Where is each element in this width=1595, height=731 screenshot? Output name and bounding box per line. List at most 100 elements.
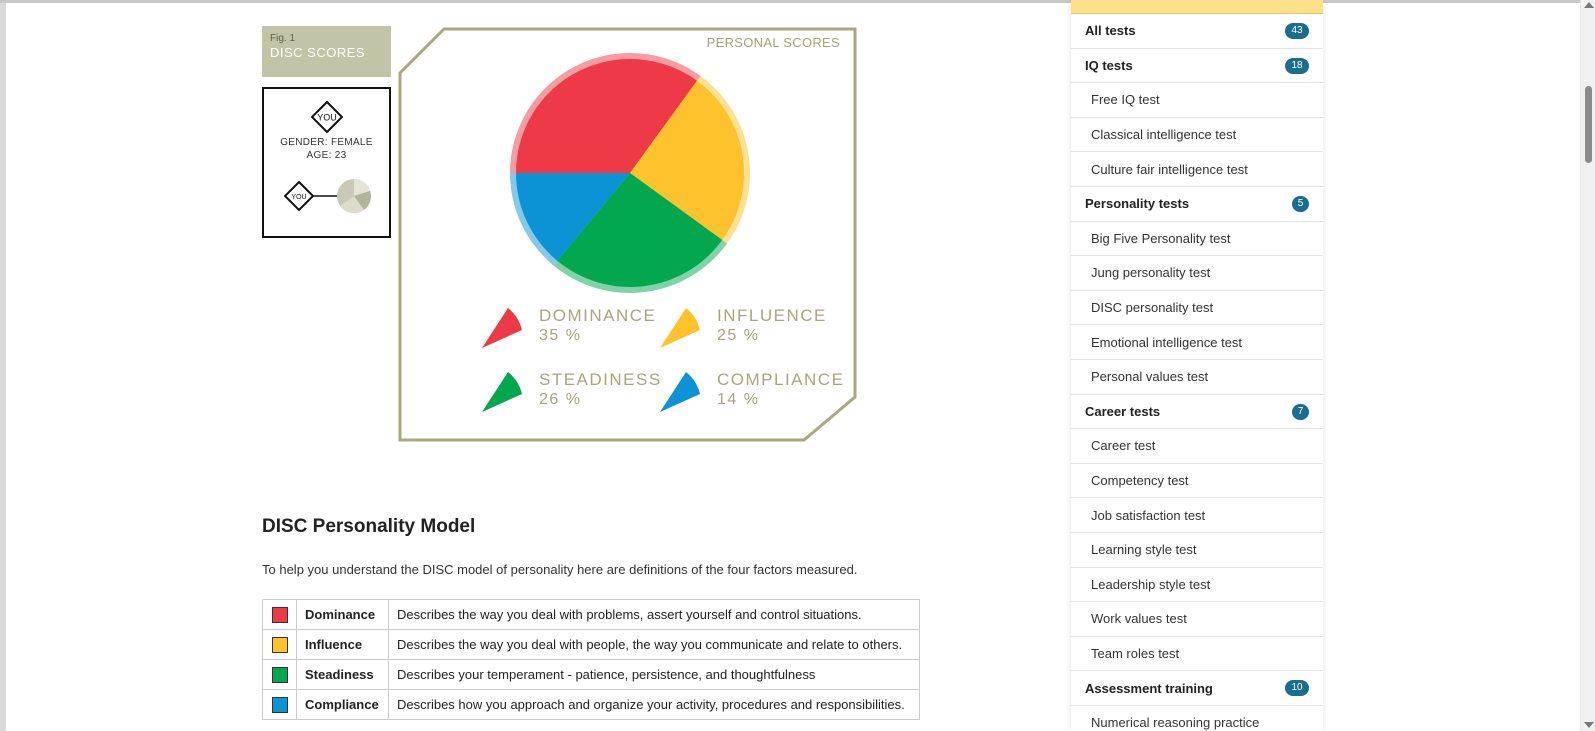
legend-value-influence: 25 % <box>717 327 760 344</box>
sidebar-item-free-iq-test[interactable]: Free IQ test <box>1071 83 1323 118</box>
sidebar-item-label: Assessment training <box>1085 680 1213 696</box>
legend-steadiness: STEADINESS 26 % <box>482 370 662 414</box>
sidebar-item-work-values-test[interactable]: Work values test <box>1071 602 1323 637</box>
sidebar-item-label: Career test <box>1091 438 1156 454</box>
sidebar-item-iq-tests[interactable]: IQ tests 18 <box>1071 49 1323 84</box>
sidebar-item-label: Free IQ test <box>1091 92 1160 108</box>
sidebar-item-label: Work values test <box>1091 611 1187 627</box>
legend-value-dominance: 35 % <box>539 327 582 344</box>
sidebar-item-label: Competency test <box>1091 473 1189 489</box>
legend-influence: INFLUENCE 25 % <box>660 306 840 350</box>
sidebar-item-label: Jung personality test <box>1091 265 1211 281</box>
influence-wedge-icon <box>660 308 700 348</box>
steadiness-wedge-icon <box>482 372 522 412</box>
influence-swatch <box>271 636 288 653</box>
table-row: Dominance Describes the way you deal wit… <box>262 599 920 630</box>
sidebar-item-label: Culture fair intelligence test <box>1091 161 1248 177</box>
scroll-down-icon[interactable] <box>1584 722 1594 728</box>
sidebar-item-label: Career tests <box>1085 403 1161 419</box>
disc-factors-table: Dominance Describes the way you deal wit… <box>262 599 920 720</box>
sidebar-item-label: Leadership style test <box>1091 576 1211 592</box>
personal-scores-panel: PERSONAL SCORES DOMINANCE 35 % INFLUENCE… <box>398 27 858 449</box>
sidebar-item-personal-values-test[interactable]: Personal values test <box>1071 360 1323 395</box>
sidebar-item-label: Learning style test <box>1091 542 1197 558</box>
legend-label-steadiness: STEADINESS <box>539 370 662 389</box>
sidebar-item-classical-intelligence-test[interactable]: Classical intelligence test <box>1071 118 1323 153</box>
sidebar-item-job-satisfaction-test[interactable]: Job satisfaction test <box>1071 498 1323 533</box>
sidebar-item-learning-style-test[interactable]: Learning style test <box>1071 533 1323 568</box>
sidebar-header-strip <box>1071 0 1323 14</box>
sidebar-item-personality-tests[interactable]: Personality tests 5 <box>1071 187 1323 222</box>
figure-number: Fig. 1 <box>270 33 296 44</box>
sidebar-item-label: Personal values test <box>1091 369 1209 385</box>
sidebar-item-competency-test[interactable]: Competency test <box>1071 464 1323 499</box>
disc-pie-chart <box>510 52 750 293</box>
sidebar-item-culture-fair-intelligence-test[interactable]: Culture fair intelligence test <box>1071 152 1323 187</box>
count-badge: 7 <box>1292 403 1309 420</box>
sidebar-item-label: All tests <box>1085 23 1136 39</box>
sidebar-item-numerical-reasoning-practice[interactable]: Numerical reasoning practice <box>1071 706 1323 731</box>
sidebar-item-career-test[interactable]: Career test <box>1071 429 1323 464</box>
steadiness-swatch <box>271 666 288 683</box>
sidebar-item-label: Job satisfaction test <box>1091 507 1206 523</box>
compliance-swatch <box>271 696 288 713</box>
table-row: Compliance Describes how you approach an… <box>262 689 920 720</box>
legend-label-influence: INFLUENCE <box>717 306 827 325</box>
compliance-wedge-icon <box>660 372 700 412</box>
sidebar-item-big-five-personality-test[interactable]: Big Five Personality test <box>1071 222 1323 257</box>
sidebar-item-label: DISC personality test <box>1091 300 1214 316</box>
tests-sidebar: All tests 43 IQ tests 18 Free IQ test Classic… <box>1071 0 1323 731</box>
sidebar-item-team-roles-test[interactable]: Team roles test <box>1071 637 1323 672</box>
legend-wedge-dominance <box>482 308 522 348</box>
legend-label-dominance: DOMINANCE <box>539 306 657 325</box>
sidebar-item-label: Numerical reasoning practice <box>1091 715 1260 731</box>
scroll-up-icon[interactable] <box>1584 2 1594 8</box>
table-row: Influence Describes the way you deal wit… <box>262 629 920 660</box>
sidebar-item-assessment-training[interactable]: Assessment training 10 <box>1071 671 1323 706</box>
sidebar-item-label: Team roles test <box>1091 645 1180 661</box>
sidebar-item-career-tests[interactable]: Career tests 7 <box>1071 395 1323 430</box>
figure-label: Fig. 1 DISC SCORES <box>262 26 391 77</box>
sidebar-item-label: Big Five Personality test <box>1091 230 1231 246</box>
window-top-edge <box>0 0 1580 3</box>
legend-wedge-influence <box>660 308 700 348</box>
factor-description: Describes how you approach and organize … <box>388 689 920 720</box>
you-label: YOU <box>317 113 337 123</box>
count-badge: 43 <box>1285 23 1309 39</box>
page-scrollbar[interactable] <box>1580 0 1595 731</box>
legend-dominance: DOMINANCE 35 % <box>482 306 662 350</box>
window-left-edge <box>0 0 6 731</box>
factor-name: Compliance <box>296 689 389 720</box>
sidebar-item-all-tests[interactable]: All tests 43 <box>1071 14 1323 49</box>
count-badge: 10 <box>1285 680 1309 697</box>
legend-value-steadiness: 26 % <box>539 391 582 408</box>
factor-name: Influence <box>296 629 389 660</box>
sidebar-item-leadership-style-test[interactable]: Leadership style test <box>1071 568 1323 603</box>
sidebar-item-emotional-intelligence-test[interactable]: Emotional intelligence test <box>1071 325 1323 360</box>
sidebar-item-disc-personality-test[interactable]: DISC personality test <box>1071 291 1323 326</box>
sidebar-item-label: Emotional intelligence test <box>1091 334 1243 350</box>
count-badge: 5 <box>1292 195 1309 212</box>
sidebar-item-label: Classical intelligence test <box>1091 127 1237 143</box>
factor-description: Describes your temperament - patience, p… <box>388 659 920 690</box>
section-intro: To help you understand the DISC model of… <box>262 562 858 577</box>
legend-value-compliance: 14 % <box>717 391 760 408</box>
profile-gender: GENDER: FEMALE <box>280 137 373 148</box>
legend-label-compliance: COMPLIANCE <box>717 370 845 389</box>
sidebar-item-label: IQ tests <box>1085 57 1133 73</box>
you-label-small: YOU <box>291 194 306 201</box>
factor-description: Describes the way you deal with people, … <box>388 629 920 660</box>
legend-compliance: COMPLIANCE 14 % <box>660 370 843 414</box>
you-to-pie-icon: YOU <box>284 179 371 214</box>
dominance-wedge-icon <box>482 308 522 348</box>
section-title: DISC Personality Model <box>262 516 476 537</box>
profile-age: AGE: 23 <box>306 150 347 161</box>
scroll-thumb[interactable] <box>1585 86 1592 163</box>
sidebar-list: All tests 43 IQ tests 18 Free IQ test Classic… <box>1071 14 1323 731</box>
factor-name: Steadiness <box>296 659 389 690</box>
dominance-swatch <box>271 606 288 623</box>
legend-wedge-compliance <box>660 372 700 412</box>
count-badge: 18 <box>1285 57 1309 74</box>
profile-box: YOU GENDER: FEMALE AGE: 23 YOU <box>262 87 391 238</box>
sidebar-item-jung-personality-test[interactable]: Jung personality test <box>1071 256 1323 291</box>
